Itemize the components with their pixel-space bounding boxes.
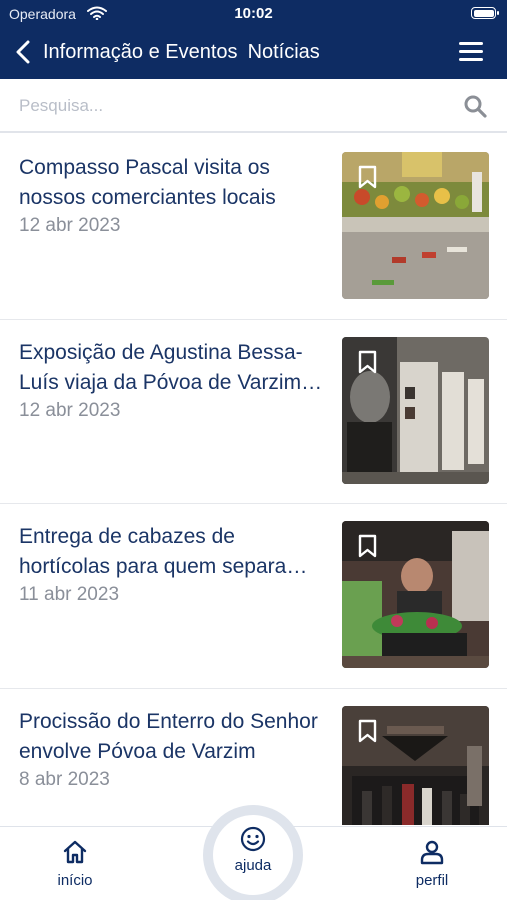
news-title: Procissão do Enterro do Senhor envolve P… (19, 709, 318, 763)
tab-profile[interactable]: perfil (392, 839, 472, 889)
bookmark-icon[interactable] (358, 534, 377, 558)
search-input[interactable] (19, 91, 439, 121)
bookmark-icon[interactable] (358, 165, 377, 189)
tab-home[interactable]: início (35, 839, 115, 889)
status-bar: Operadora 10:02 (0, 0, 507, 28)
news-title: Compasso Pascal visita os nossos comerci… (19, 156, 276, 209)
search-icon[interactable] (463, 94, 487, 118)
news-item[interactable]: Exposição de Agustina Bessa- Luís viaja … (0, 320, 507, 504)
home-icon (63, 840, 87, 864)
news-date: 8 abr 2023 (19, 768, 110, 790)
news-title: Entrega de cabazes de hortícolas para qu… (19, 525, 308, 578)
news-item[interactable]: Compasso Pascal visita os nossos comerci… (0, 135, 507, 320)
news-thumbnail (342, 336, 489, 484)
battery-icon (471, 7, 499, 19)
page-title: Informação e Eventos Notícias (43, 41, 320, 64)
help-button[interactable]: ajuda (213, 815, 293, 895)
news-item[interactable]: Entrega de cabazes de hortícolas para qu… (0, 504, 507, 689)
breadcrumb-current: Notícias (247, 41, 320, 63)
smiley-icon (240, 826, 266, 852)
news-list: Compasso Pascal visita os nossos comerci… (0, 135, 507, 825)
news-date: 12 abr 2023 (19, 215, 121, 236)
search-bar (0, 79, 507, 133)
help-button-container: ajuda (203, 805, 303, 900)
navigation-bar: Informação e Eventos Notícias (0, 30, 507, 76)
breadcrumb-section[interactable]: Informação e Eventos (43, 41, 238, 63)
status-time: 10:02 (234, 5, 273, 22)
help-button-label: ajuda (234, 857, 272, 874)
news-date: 12 abr 2023 (19, 399, 121, 421)
app-header: Operadora 10:02 Informação e Eventos Notí… (0, 0, 507, 79)
news-thumbnail (342, 705, 489, 825)
user-icon (420, 840, 444, 865)
news-thumbnail (342, 521, 489, 668)
news-date: 11 abr 2023 (19, 584, 120, 605)
tab-profile-label: perfil (415, 872, 449, 889)
bookmark-icon[interactable] (358, 719, 377, 743)
menu-icon[interactable] (459, 42, 483, 62)
tab-home-label: início (57, 872, 93, 889)
bookmark-icon[interactable] (358, 350, 377, 374)
news-title: Exposição de Agustina Bessa- Luís viaja … (19, 340, 323, 394)
back-chevron-icon[interactable] (14, 40, 32, 64)
news-thumbnail (342, 152, 489, 299)
